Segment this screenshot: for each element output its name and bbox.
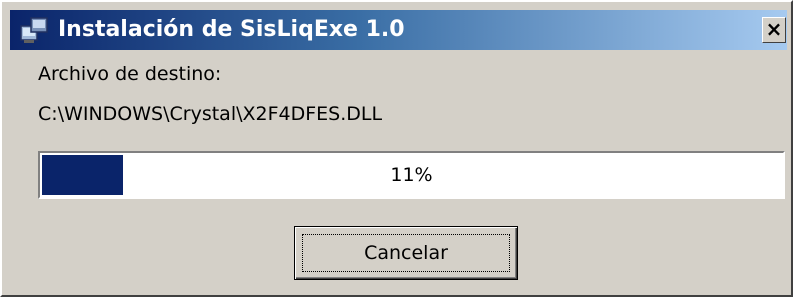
cancel-button[interactable]: Cancelar xyxy=(294,226,518,280)
destination-path: C:\WINDOWS\Crystal\X2F4DFES.DLL xyxy=(38,103,383,125)
progress-bar: 11% xyxy=(38,151,785,199)
window-title: Instalación de SisLiqExe 1.0 xyxy=(58,17,405,42)
title-bar[interactable]: Instalación de SisLiqExe 1.0 × xyxy=(10,10,787,50)
installer-dialog: Instalación de SisLiqExe 1.0 × Archivo d… xyxy=(0,0,793,297)
cancel-button-label: Cancelar xyxy=(364,242,448,264)
close-button[interactable]: × xyxy=(762,17,786,43)
installer-icon xyxy=(20,17,48,43)
close-icon: × xyxy=(765,17,783,41)
destination-label: Archivo de destino: xyxy=(38,63,222,85)
progress-percent: 11% xyxy=(390,164,433,186)
